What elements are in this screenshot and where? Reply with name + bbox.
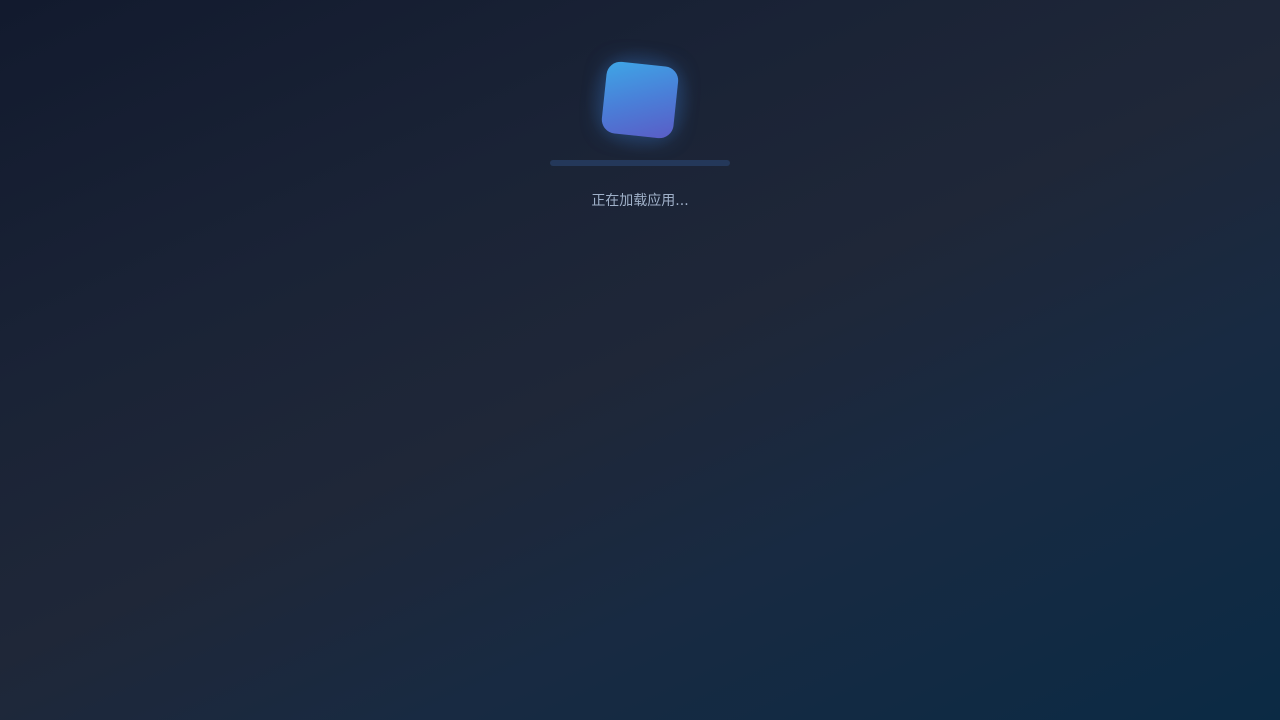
app-logo-icon — [600, 60, 680, 140]
loading-status-text: 正在加载应用... — [591, 193, 689, 209]
loading-progress-bar — [550, 160, 730, 166]
loading-screen: 正在加载应用... — [0, 0, 1280, 720]
